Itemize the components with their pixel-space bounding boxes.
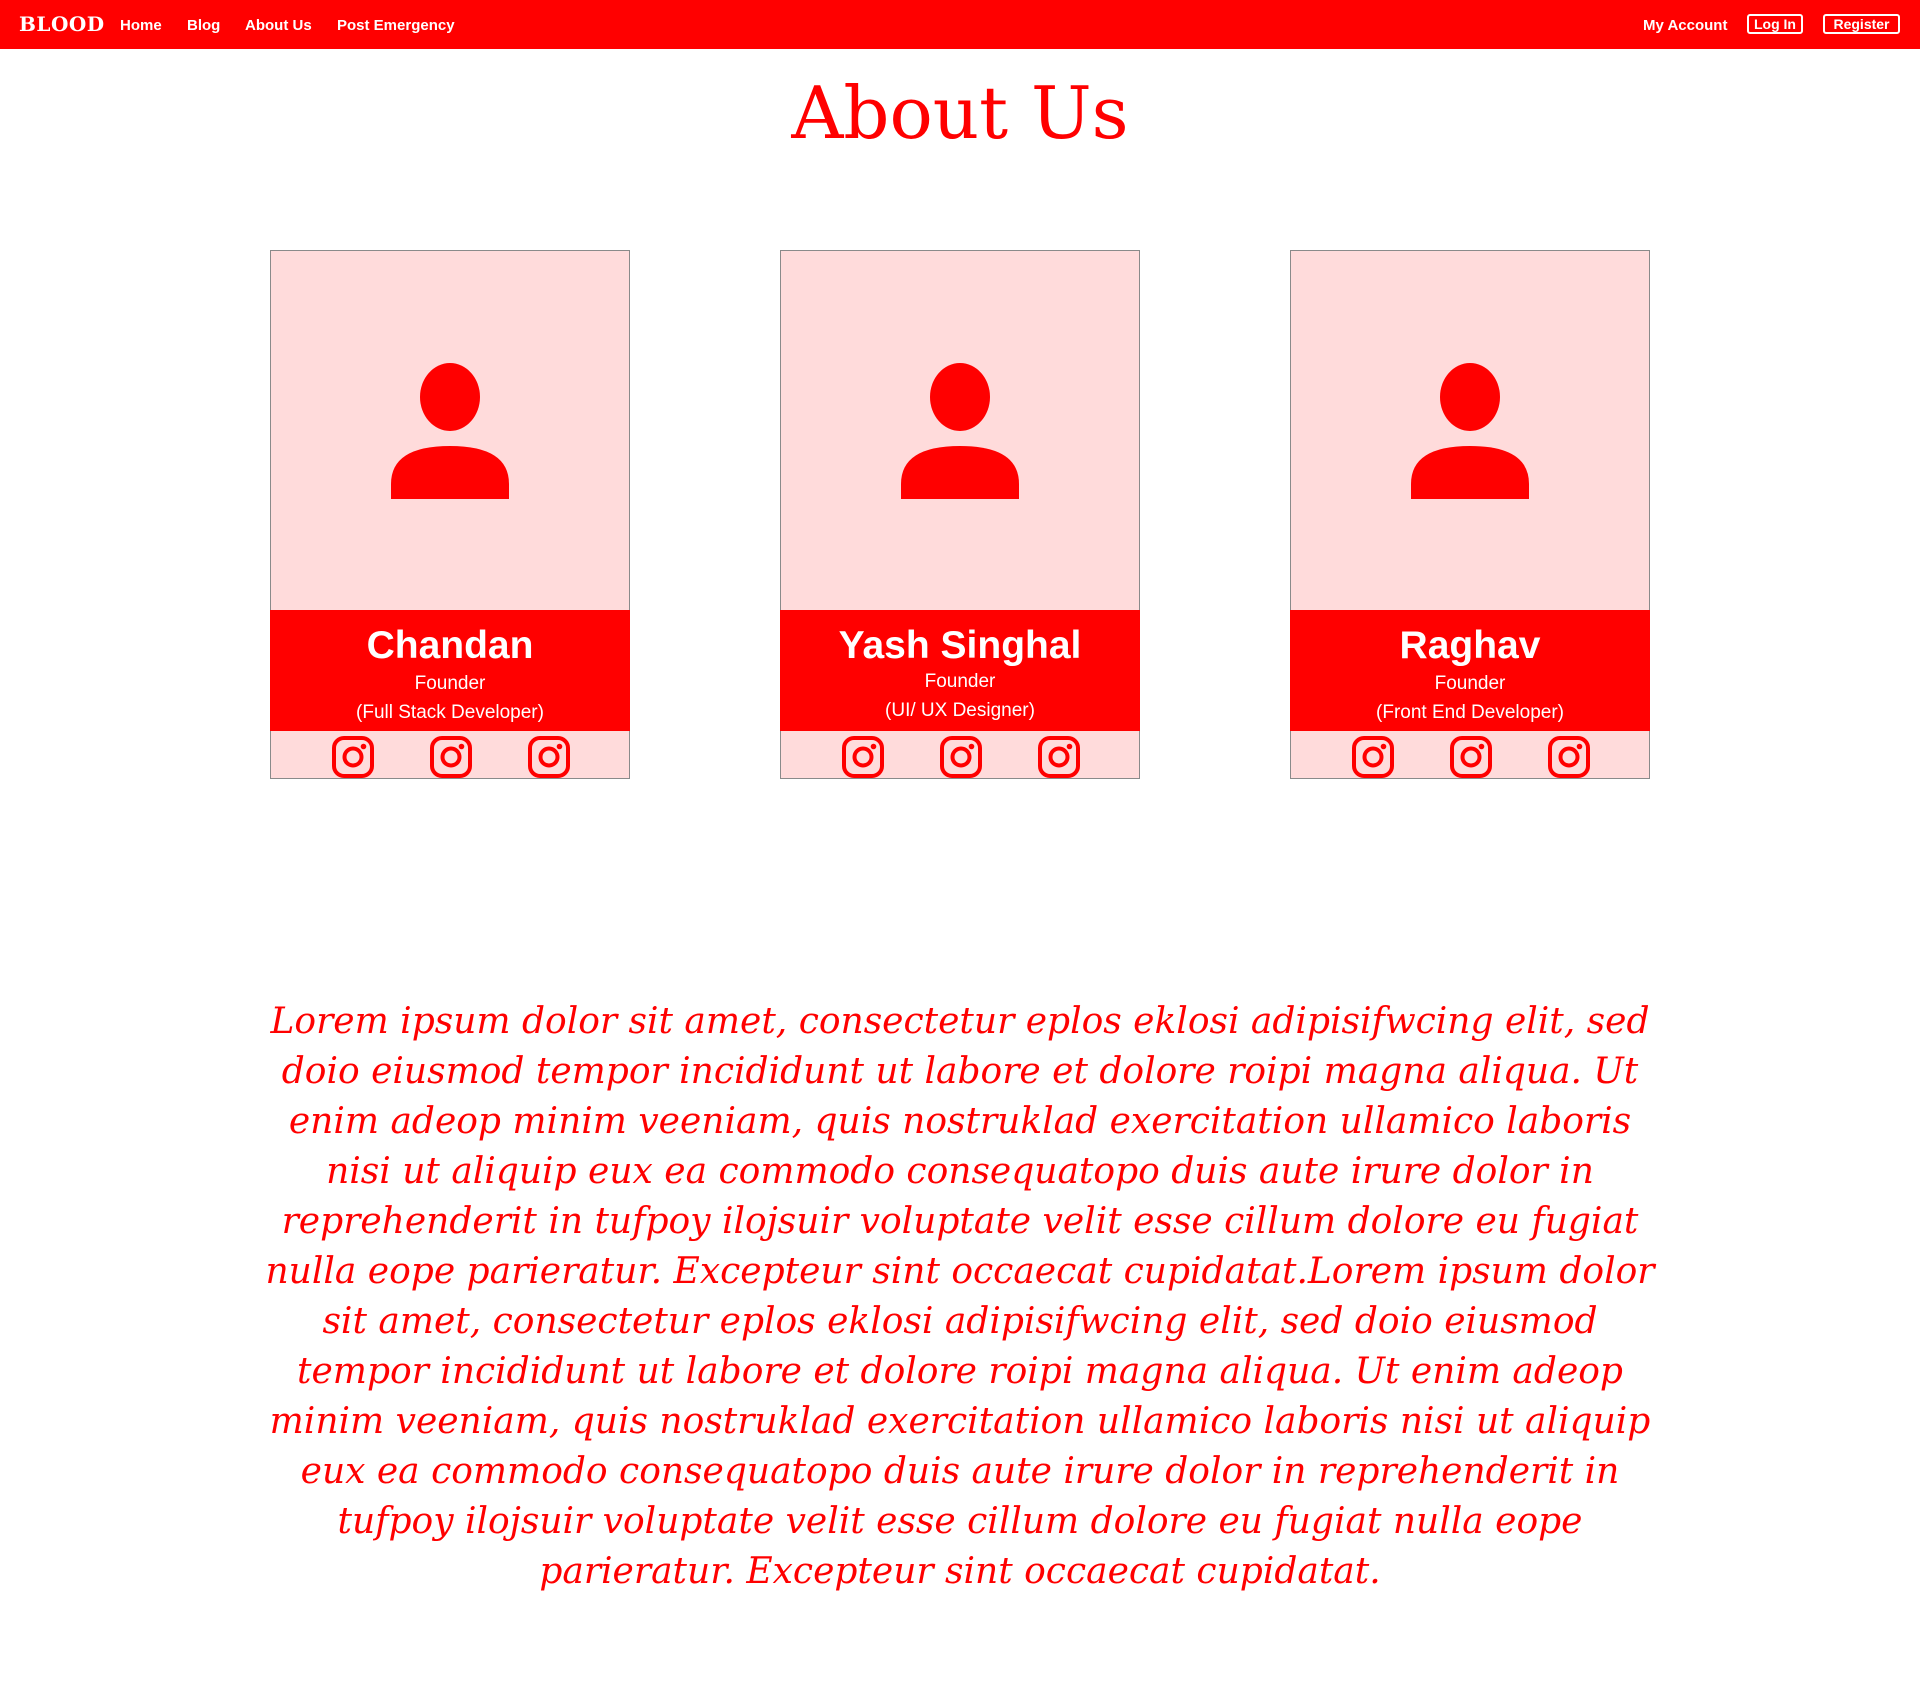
avatar-area	[271, 251, 629, 610]
member-name: Yash Singhal	[838, 624, 1082, 667]
about-paragraph: Lorem ipsum dolor sit amet, consectetur …	[265, 1001, 1655, 1592]
member-specialty: (Full Stack Developer)	[356, 702, 544, 723]
member-role: Founder	[1434, 673, 1506, 694]
person-icon	[901, 363, 1019, 499]
member-role: Founder	[414, 673, 486, 694]
social-links	[781, 731, 1139, 779]
nav-link-about-us[interactable]: About Us	[245, 17, 312, 35]
instagram-icon[interactable]	[1449, 735, 1493, 779]
member-specialty: (Front End Developer)	[1376, 702, 1564, 723]
my-account-link[interactable]: My Account	[1643, 17, 1727, 35]
member-card: Raghav Founder (Front End Developer)	[1290, 250, 1650, 779]
person-icon	[391, 363, 509, 499]
login-button[interactable]: Log In	[1747, 14, 1803, 34]
person-icon	[1411, 363, 1529, 499]
social-links	[271, 731, 629, 779]
social-links	[1291, 731, 1649, 779]
nav-link-post-emergency[interactable]: Post Emergency	[337, 17, 455, 35]
instagram-icon[interactable]	[331, 735, 375, 779]
register-button[interactable]: Register	[1823, 14, 1900, 34]
member-info: Yash Singhal Founder (UI/ UX Designer)	[780, 610, 1140, 731]
top-navbar: BLOOD Home Blog About Us Post Emergency …	[0, 0, 1920, 49]
instagram-icon[interactable]	[939, 735, 983, 779]
instagram-icon[interactable]	[841, 735, 885, 779]
member-name: Chandan	[366, 624, 534, 667]
page-title: About Us	[791, 71, 1129, 155]
instagram-icon[interactable]	[429, 735, 473, 779]
nav-link-blog[interactable]: Blog	[187, 17, 220, 35]
member-name: Raghav	[1399, 624, 1541, 667]
instagram-icon[interactable]	[527, 735, 571, 779]
avatar-area	[1291, 251, 1649, 610]
member-specialty: (UI/ UX Designer)	[885, 700, 1035, 721]
member-card: Yash Singhal Founder (UI/ UX Designer)	[780, 250, 1140, 779]
instagram-icon[interactable]	[1351, 735, 1395, 779]
member-info: Raghav Founder (Front End Developer)	[1290, 610, 1650, 731]
nav-link-home[interactable]: Home	[120, 17, 162, 35]
avatar-area	[781, 251, 1139, 610]
member-role: Founder	[924, 671, 996, 692]
member-card: Chandan Founder (Full Stack Developer)	[270, 250, 630, 779]
brand-logo[interactable]: BLOOD	[19, 12, 105, 36]
member-info: Chandan Founder (Full Stack Developer)	[270, 610, 630, 731]
instagram-icon[interactable]	[1037, 735, 1081, 779]
instagram-icon[interactable]	[1547, 735, 1591, 779]
